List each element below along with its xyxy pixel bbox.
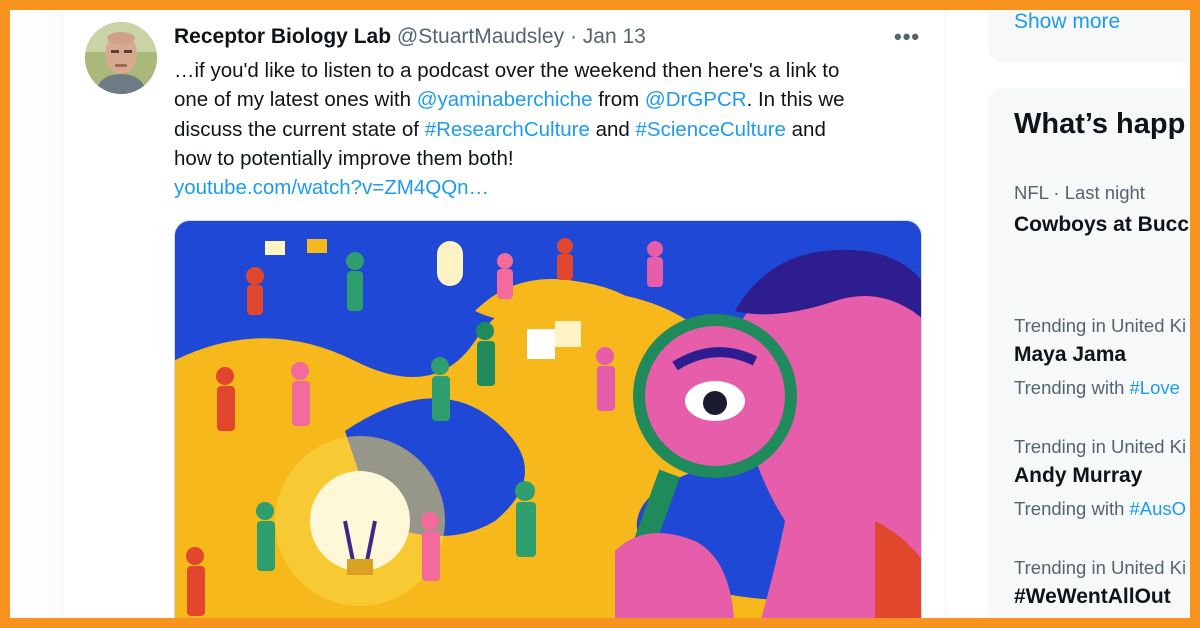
- tweet-text-line: how to potentially improve them both!: [174, 144, 914, 173]
- tweet-date[interactable]: Jan 13: [583, 25, 646, 48]
- tweet-text-segment: and: [785, 117, 826, 141]
- tweet-text-line: youtube.com/watch?v=ZM4QQn…: [174, 173, 914, 202]
- tweet-header: Receptor Biology Lab @StuartMaudsley · J…: [174, 25, 646, 49]
- whats-happening-title: What’s happ: [1014, 108, 1186, 140]
- tweet-text-segment: how to potentially improve them both!: [174, 146, 514, 170]
- tweet-text-segment: discuss the current state of: [174, 117, 425, 141]
- trend-meta: Trending in United Ki: [1014, 315, 1187, 336]
- trend-hashtag[interactable]: #AusO: [1130, 498, 1187, 519]
- trend-meta: NFL · Last night: [1014, 182, 1145, 203]
- display-name[interactable]: Receptor Biology Lab: [174, 25, 391, 48]
- trend-subtext-label: Trending with: [1014, 498, 1130, 519]
- page: Receptor Biology Lab @StuartMaudsley · J…: [10, 10, 1190, 618]
- hashtag-link[interactable]: #ResearchCulture: [425, 118, 590, 141]
- show-more-card: Show more: [988, 10, 1190, 63]
- url-link[interactable]: youtube.com/watch?v=ZM4QQn…: [174, 176, 489, 199]
- tweet-text: …if you'd like to listen to a podcast ov…: [174, 56, 914, 202]
- separator-dot: ·: [569, 25, 577, 48]
- trend-meta: Trending in United Ki: [1014, 436, 1187, 457]
- tweet-text-segment: . In this we: [746, 88, 845, 112]
- mention-link[interactable]: @yaminaberchiche: [417, 88, 593, 111]
- hashtag-link[interactable]: #ScienceCulture: [636, 118, 786, 141]
- tweet-text-segment: …if you'd like to listen to a podcast ov…: [174, 59, 840, 82]
- trend-subtext-label: Trending with: [1014, 377, 1130, 398]
- trend-name: Cowboys at Bucc: [1014, 213, 1190, 236]
- more-options-icon[interactable]: •••: [894, 24, 920, 50]
- trend-meta: Trending in United Ki: [1014, 557, 1187, 578]
- tweet-text-segment: and: [589, 117, 636, 141]
- tweet-text-segment: one of my latest ones with: [174, 88, 417, 112]
- tweet-image[interactable]: [174, 220, 922, 618]
- avatar[interactable]: [85, 22, 157, 94]
- right-sidebar: Show more What’s happ NFL · Last night C…: [988, 10, 1190, 618]
- mention-link[interactable]: @DrGPCR: [645, 88, 747, 111]
- trend-hashtag[interactable]: #Love: [1130, 377, 1180, 398]
- trend-name: #WeWentAllOut: [1014, 585, 1171, 608]
- tweet-text-line: one of my latest ones with @yaminaberchi…: [174, 85, 914, 114]
- show-more-link[interactable]: Show more: [1014, 10, 1120, 34]
- trend-name: Andy Murray: [1014, 464, 1143, 487]
- tweet-text-line: discuss the current state of #ResearchCu…: [174, 115, 914, 144]
- tweet-text-segment: from: [592, 88, 645, 112]
- trend-name: Maya Jama: [1014, 343, 1127, 366]
- tweet-text-line: …if you'd like to listen to a podcast ov…: [174, 56, 914, 85]
- trend-subtext: Trending with #AusO: [1014, 498, 1186, 520]
- handle[interactable]: @StuartMaudsley: [397, 25, 564, 48]
- trend-subtext: Trending with #Love: [1014, 377, 1180, 399]
